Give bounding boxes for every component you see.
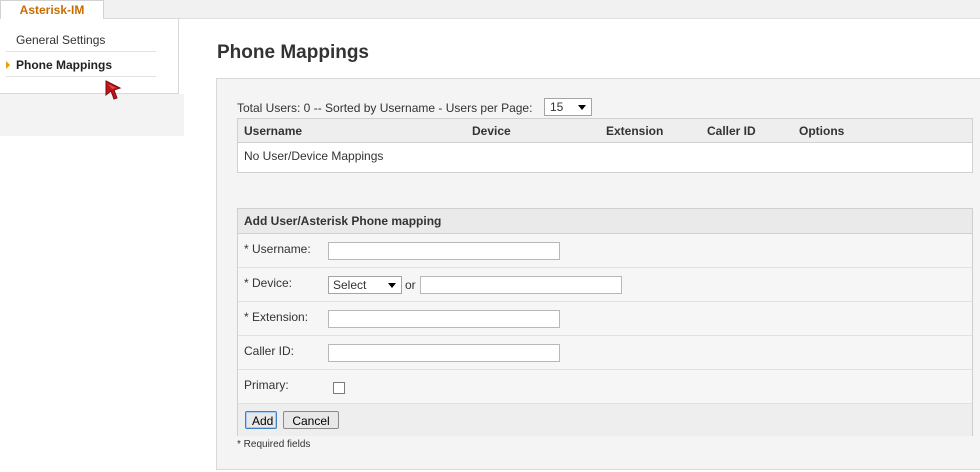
top-strip <box>180 0 980 19</box>
device-select-value: Select <box>333 278 367 292</box>
primary-label: Primary: <box>244 378 289 392</box>
form-row-extension: * Extension: <box>238 302 972 336</box>
mouse-pointer-icon <box>105 80 122 100</box>
tab-asterisk-im[interactable]: Asterisk-IM <box>0 0 104 19</box>
sidebar-item-general-settings[interactable]: General Settings <box>6 28 156 52</box>
cancel-button[interactable]: Cancel <box>283 411 339 429</box>
form-title: Add User/Asterisk Phone mapping <box>238 209 972 234</box>
caller-id-label: Caller ID: <box>244 344 295 358</box>
add-button[interactable]: Add <box>245 411 277 429</box>
device-select[interactable]: Select <box>328 276 402 294</box>
form-row-primary: Primary: <box>238 370 972 404</box>
primary-checkbox[interactable] <box>333 382 345 394</box>
sidebar-item-phone-mappings[interactable]: Phone Mappings <box>6 53 156 77</box>
form-actions: Add Cancel <box>238 404 972 436</box>
username-input[interactable] <box>328 242 560 260</box>
column-username[interactable]: Username <box>244 119 302 143</box>
device-label: * Device: <box>244 276 293 290</box>
column-options: Options <box>799 124 845 138</box>
users-per-page-select[interactable]: 15 <box>544 98 592 116</box>
chevron-down-icon <box>388 283 396 288</box>
or-text: or <box>405 278 416 292</box>
user-mappings-table: Username Device Extension Caller ID Opti… <box>237 118 973 173</box>
required-fields-note: * Required fields <box>237 439 311 450</box>
table-header: Username Device Extension Caller ID Opti… <box>238 119 972 143</box>
empty-table-message: No User/Device Mappings <box>244 149 384 163</box>
column-caller-id[interactable]: Caller ID <box>707 119 756 143</box>
sidebar-footer <box>0 94 184 136</box>
form-row-caller-id: Caller ID: <box>238 336 972 370</box>
per-page-value: 15 <box>550 100 564 114</box>
extension-label: * Extension: <box>244 310 309 324</box>
sidebar-item-label: Phone Mappings <box>16 58 112 72</box>
device-input[interactable] <box>420 276 622 294</box>
form-row-device: * Device: Select or <box>238 268 972 302</box>
username-label: * Username: <box>244 242 311 256</box>
column-extension[interactable]: Extension <box>606 119 663 143</box>
column-device[interactable]: Device <box>472 119 511 143</box>
add-mapping-form: Add User/Asterisk Phone mapping * Userna… <box>237 208 973 436</box>
page-title: Phone Mappings <box>217 42 369 63</box>
sidebar: General Settings Phone Mappings <box>0 19 179 94</box>
users-summary: Total Users: 0 -- Sorted by Username - U… <box>237 101 533 115</box>
caller-id-input[interactable] <box>328 344 560 362</box>
chevron-down-icon <box>578 105 586 110</box>
form-row-username: * Username: <box>238 234 972 268</box>
extension-input[interactable] <box>328 310 560 328</box>
triangle-right-icon <box>6 61 10 69</box>
